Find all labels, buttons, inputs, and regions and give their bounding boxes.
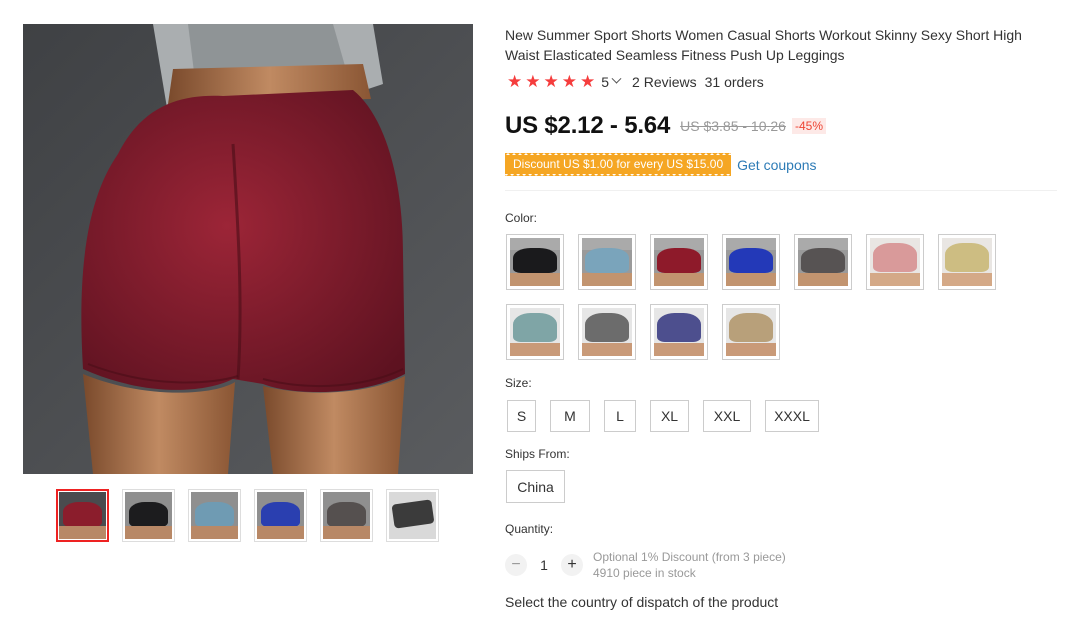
thumbnail-black[interactable] [122, 489, 175, 542]
thumbnail-light-blue[interactable] [188, 489, 241, 542]
color-swatch-pink[interactable] [866, 234, 924, 290]
thumbnail-strip [56, 489, 439, 542]
color-options [506, 234, 996, 360]
rating-value[interactable]: 5 [601, 74, 609, 90]
quantity-label: Quantity: [505, 522, 554, 536]
minus-icon[interactable]: − [505, 554, 527, 576]
thumbnail-dark-grey[interactable] [320, 489, 373, 542]
chevron-down-icon[interactable] [611, 73, 622, 84]
get-coupons-link[interactable]: Get coupons [737, 157, 816, 173]
color-swatch-black[interactable] [506, 234, 564, 290]
original-price: US $3.85 - 10.26 [680, 118, 786, 134]
color-swatch-khaki[interactable] [938, 234, 996, 290]
color-swatch-navy-purple[interactable] [650, 304, 708, 360]
thumbnail-royal-blue[interactable] [254, 489, 307, 542]
size-option-xxxl[interactable]: XXXL [765, 400, 819, 432]
product-title: New Summer Sport Shorts Women Casual Sho… [505, 27, 1022, 63]
thumbnail-size-chart[interactable] [386, 489, 439, 542]
size-option-l[interactable]: L [604, 400, 636, 432]
ships-from-label: Ships From: [505, 447, 570, 461]
star-rating: ★ ★ ★ ★ ★ [507, 73, 595, 90]
size-option-xxl[interactable]: XXL [703, 400, 751, 432]
star-icon: ★ [525, 72, 541, 91]
star-icon: ★ [580, 72, 596, 91]
color-swatch-teal-grey[interactable] [506, 304, 564, 360]
size-option-m[interactable]: M [550, 400, 590, 432]
price-row: US $2.12 - 5.64 US $3.85 - 10.26 -45% [505, 112, 826, 140]
color-swatch-light-blue[interactable] [578, 234, 636, 290]
stock-text: 4910 piece in stock [593, 566, 696, 580]
color-swatch-red[interactable] [650, 234, 708, 290]
size-option-xl[interactable]: XL [650, 400, 689, 432]
quantity-info: Optional 1% Discount (from 3 piece) 4910… [593, 549, 786, 581]
color-swatch-camo-grey[interactable] [578, 304, 636, 360]
quantity-value[interactable]: 1 [527, 557, 561, 573]
discount-badge: -45% [791, 118, 826, 134]
size-label: Size: [505, 376, 532, 390]
shorts-photo [23, 24, 473, 474]
quantity-stepper: − 1 + Optional 1% Discount (from 3 piece… [505, 549, 786, 581]
reviews-link[interactable]: 2 Reviews [632, 74, 697, 90]
color-swatch-royal-blue[interactable] [722, 234, 780, 290]
current-price: US $2.12 - 5.64 [505, 112, 671, 139]
color-swatch-tan[interactable] [722, 304, 780, 360]
star-icon: ★ [507, 72, 523, 91]
size-option-s[interactable]: S [507, 400, 536, 432]
coupon-row: Discount US $1.00 for every US $15.00 Ge… [505, 152, 817, 176]
dispatch-note: Select the country of dispatch of the pr… [505, 594, 779, 610]
thumbnail-red[interactable] [56, 489, 109, 542]
color-label: Color: [505, 211, 538, 225]
quantity-discount-text: Optional 1% Discount (from 3 piece) [593, 550, 786, 564]
plus-icon[interactable]: + [561, 554, 583, 576]
coupon-tag: Discount US $1.00 for every US $15.00 [505, 152, 732, 176]
rating-row: ★ ★ ★ ★ ★ 5 2 Reviews 31 orders [507, 73, 764, 90]
size-options: S M L XL XXL XXXL [507, 400, 833, 432]
ships-from-china[interactable]: China [506, 470, 565, 503]
divider [505, 190, 1057, 191]
main-product-image[interactable] [23, 24, 473, 474]
color-swatch-dark-grey[interactable] [794, 234, 852, 290]
orders-count: 31 orders [704, 73, 764, 90]
star-icon: ★ [543, 72, 559, 91]
star-icon: ★ [561, 72, 577, 91]
